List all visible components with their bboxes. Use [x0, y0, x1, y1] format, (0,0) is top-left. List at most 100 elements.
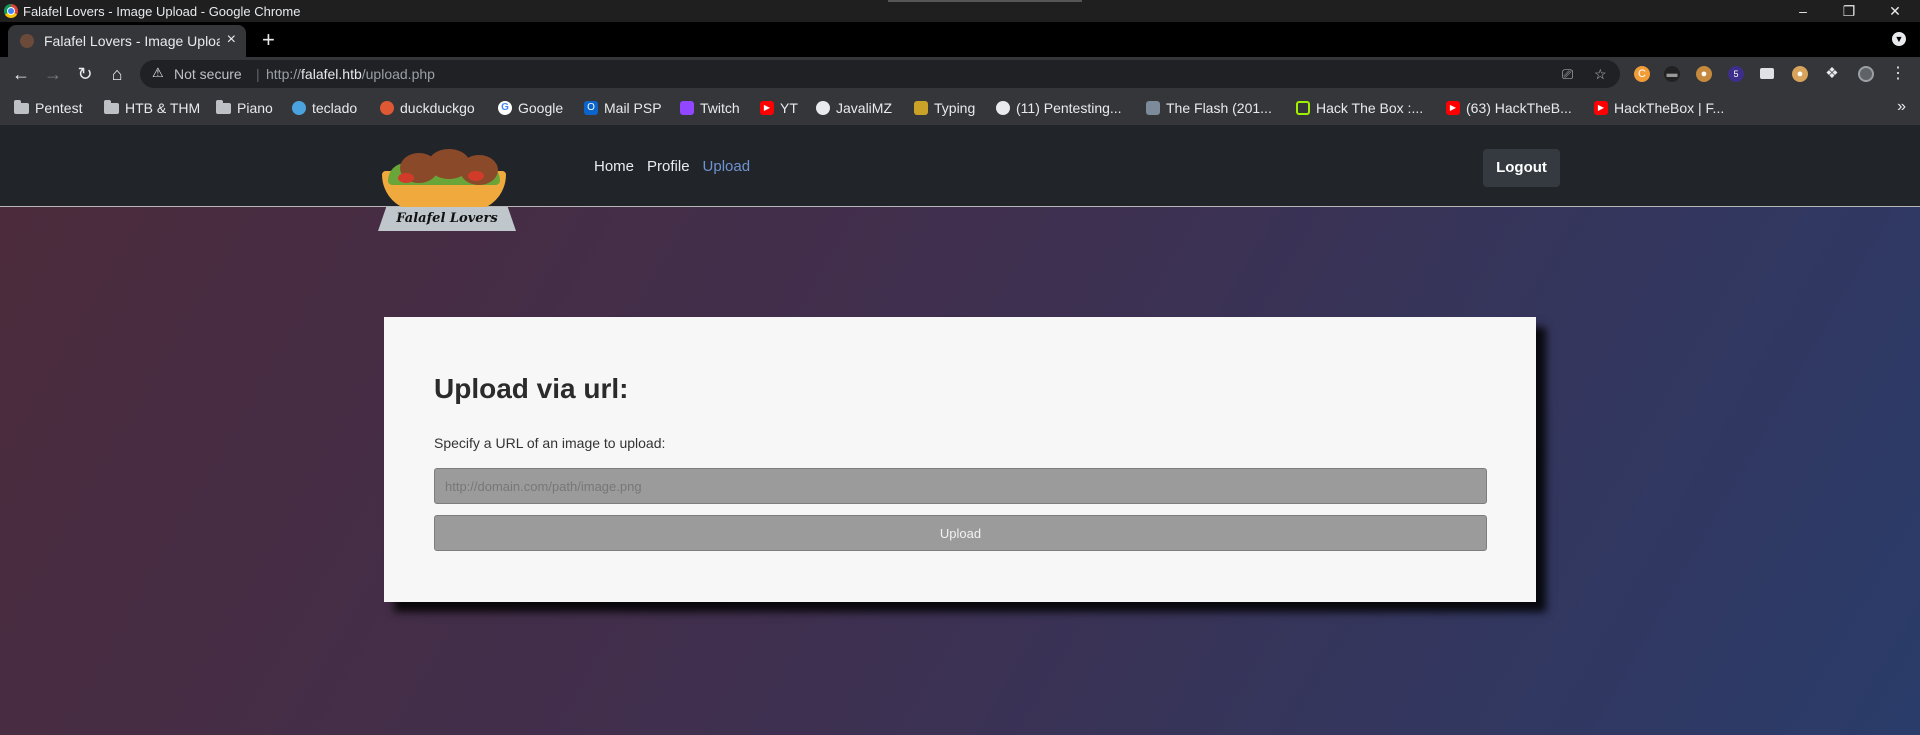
browser-toolbar: ← → ↻ ⌂ ⚠ Not secure | http://falafel.ht…	[0, 57, 1920, 91]
cookie-editor-icon[interactable]: ●	[1792, 66, 1808, 82]
translate-icon[interactable]: ⎚	[1562, 66, 1573, 83]
typing-icon	[914, 101, 928, 115]
htb-icon	[1296, 101, 1310, 115]
bookmark-label: Google	[518, 100, 564, 116]
close-window-button[interactable]: ✕	[1880, 1, 1910, 21]
nav-upload[interactable]: Upload	[703, 158, 751, 175]
github-icon	[816, 101, 830, 115]
bookmarks-bar: Pentest HTB & THM Piano teclado duckduck…	[0, 91, 1920, 125]
image-url-input[interactable]	[434, 468, 1487, 504]
reload-icon[interactable]: ↻	[74, 63, 96, 85]
extension-badge-icon[interactable]: 5	[1728, 66, 1744, 82]
bookmark-htb-thm[interactable]: HTB & THM	[104, 99, 201, 116]
url-text[interactable]: http://falafel.htb/upload.php	[266, 66, 435, 82]
site-nav: Home Profile Upload	[594, 158, 750, 175]
tab-search-icon[interactable]: ▼	[1892, 32, 1906, 46]
falafel-lovers-logo[interactable]: Falafel Lovers	[378, 149, 516, 233]
bookmark-label: HTB & THM	[125, 100, 201, 116]
bookmark-label: teclado	[312, 100, 358, 116]
folder-icon	[216, 99, 231, 114]
logo-text: Falafel Lovers	[396, 211, 498, 226]
url-path: /upload.php	[361, 66, 435, 82]
window-titlebar: Falafel Lovers - Image Upload - Google C…	[0, 0, 1920, 22]
upload-button[interactable]: Upload	[434, 515, 1487, 551]
bookmark-twitch[interactable]: Twitch	[680, 100, 740, 116]
outlook-icon: O	[584, 101, 598, 115]
restore-button[interactable]: ❐	[1834, 1, 1864, 21]
bookmark-label: JavaliMZ	[836, 100, 893, 116]
bookmark-yt[interactable]: ▶ YT	[760, 100, 798, 116]
back-icon[interactable]: ←	[10, 63, 32, 85]
duckduckgo-icon	[380, 101, 394, 115]
logo-tomato	[468, 171, 484, 181]
bookmark-label: (11) Pentesting...	[1016, 100, 1122, 116]
bookmarks-overflow-icon[interactable]: »	[1897, 98, 1906, 116]
extension-badge-count: 5	[1733, 69, 1739, 79]
url-scheme: http://	[266, 66, 302, 82]
chrome-logo-icon	[4, 4, 18, 18]
window-title: Falafel Lovers - Image Upload - Google C…	[23, 4, 301, 19]
security-label[interactable]: Not secure	[174, 66, 242, 82]
tab-close-icon[interactable]: ×	[227, 31, 236, 49]
youtube-icon: ▶	[1446, 101, 1460, 115]
tab-title: Falafel Lovers - Image Upload	[44, 33, 220, 49]
address-bar[interactable]: ⚠ Not secure | http://falafel.htb/upload…	[140, 60, 1620, 88]
bookmark-label: Hack The Box :...	[1316, 100, 1424, 116]
falafel-favicon-icon	[20, 34, 34, 48]
globe-icon	[996, 101, 1010, 115]
upload-description: Specify a URL of an image to upload:	[434, 435, 666, 451]
logout-button[interactable]: Logout	[1483, 149, 1560, 187]
teclado-icon	[292, 101, 306, 115]
nav-home[interactable]: Home	[594, 158, 634, 175]
bookmark-duckduckgo[interactable]: duckduckgo	[380, 100, 475, 116]
tab-falafel-upload[interactable]: Falafel Lovers - Image Upload ×	[8, 25, 246, 57]
bookmark-the-flash[interactable]: The Flash (201...	[1146, 100, 1272, 116]
page-content: Home Profile Upload Logout Falafel Lover…	[0, 125, 1920, 735]
bookmark-label: (63) HackTheB...	[1466, 100, 1572, 116]
nav-profile[interactable]: Profile	[647, 158, 690, 175]
bookmark-label: Twitch	[700, 100, 740, 116]
youtube-icon: ▶	[760, 101, 774, 115]
bookmark-hack-the-box[interactable]: Hack The Box :...	[1296, 100, 1423, 116]
new-tab-button[interactable]: +	[262, 27, 275, 53]
bookmark-mail-psp[interactable]: O Mail PSP	[584, 100, 662, 116]
bookmark-javalimz[interactable]: JavaliMZ	[816, 100, 892, 116]
folder-icon	[14, 99, 29, 114]
imdb-icon	[1146, 101, 1160, 115]
folder-icon	[104, 99, 119, 114]
bookmark-google[interactable]: G Google	[498, 100, 563, 116]
extension-mask-icon[interactable]: ▬	[1664, 66, 1680, 82]
bookmark-label: HackTheBox | F...	[1614, 100, 1725, 116]
youtube-icon: ▶	[1594, 101, 1608, 115]
extension-c-icon[interactable]: C	[1634, 66, 1650, 82]
bookmark-label: YT	[780, 100, 798, 116]
minimize-button[interactable]: –	[1788, 1, 1818, 21]
bookmark-star-icon[interactable]: ☆	[1594, 66, 1607, 83]
bookmark-label: Pentest	[35, 100, 83, 116]
cookie-icon[interactable]: ●	[1696, 66, 1712, 82]
bookmark-typing[interactable]: Typing	[914, 100, 975, 116]
puzzle-extensions-icon[interactable]: ❖	[1824, 66, 1840, 82]
bookmark-label: duckduckgo	[400, 100, 475, 116]
divider: |	[256, 66, 260, 82]
forward-icon[interactable]: →	[42, 63, 64, 85]
upload-card: Upload via url: Specify a URL of an imag…	[384, 317, 1536, 602]
warning-icon[interactable]: ⚠	[152, 65, 164, 81]
bookmark-piano[interactable]: Piano	[216, 99, 273, 116]
logo-tomato	[398, 173, 414, 183]
tab-strip: Falafel Lovers - Image Upload × + ▼	[0, 22, 1920, 57]
upload-heading: Upload via url:	[434, 373, 629, 404]
bookmark-hackthebox-f[interactable]: ▶ HackTheBox | F...	[1594, 100, 1724, 116]
bookmark-pentest[interactable]: Pentest	[14, 99, 83, 116]
bookmark-teclado[interactable]: teclado	[292, 100, 357, 116]
bookmark-pentesting[interactable]: (11) Pentesting...	[996, 100, 1122, 116]
url-host: falafel.htb	[301, 66, 362, 82]
google-icon: G	[498, 101, 512, 115]
bookmark-hackthebox-yt[interactable]: ▶ (63) HackTheB...	[1446, 100, 1572, 116]
bookmark-label: Mail PSP	[604, 100, 662, 116]
profile-avatar-icon[interactable]	[1858, 66, 1874, 82]
home-icon[interactable]: ⌂	[106, 63, 128, 85]
menu-icon[interactable]: ⋮	[1890, 66, 1906, 82]
folder-extension-icon[interactable]	[1760, 68, 1774, 79]
bookmark-label: Piano	[237, 100, 273, 116]
